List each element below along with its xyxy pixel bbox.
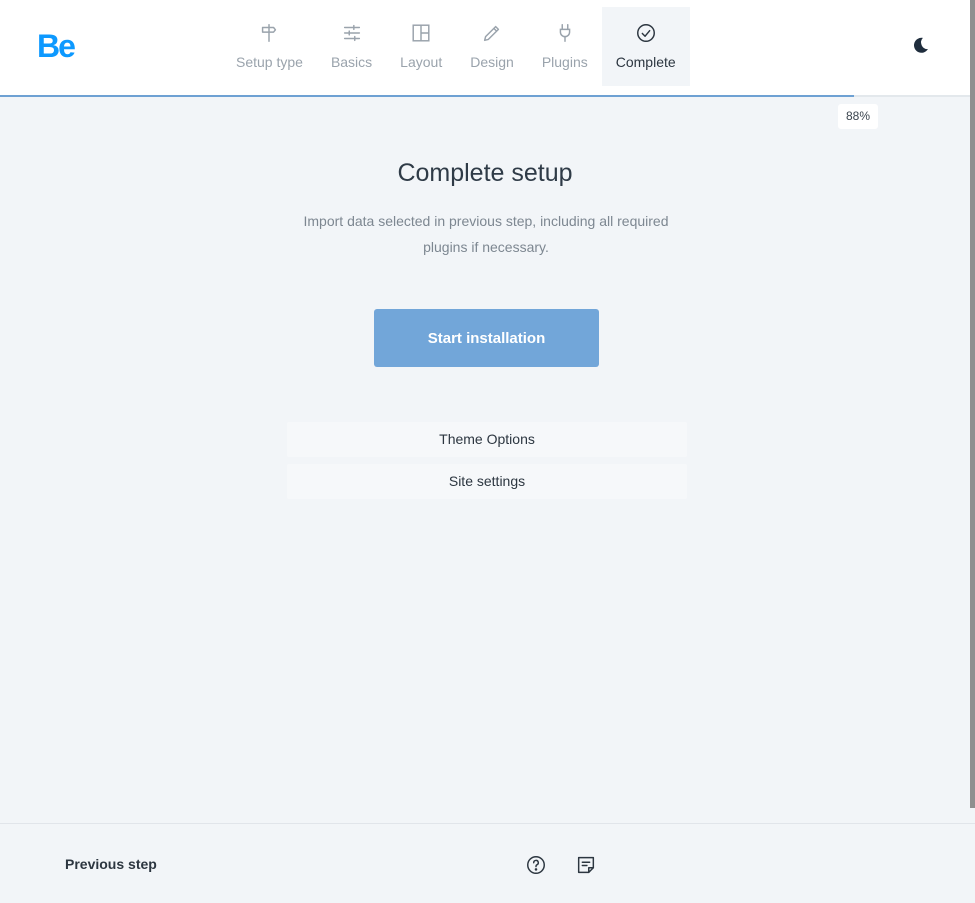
moon-icon[interactable] [910,35,930,55]
step-label: Basics [330,54,373,70]
step-setup-type[interactable]: Setup type [222,7,317,86]
page-description: Import data selected in previous step, i… [303,213,669,255]
setup-wizard-page: Be Setup type Basics Layout Design Plugi… [0,0,975,903]
step-label: Plugins [541,54,588,70]
layout-icon [412,24,430,42]
previous-step-button[interactable]: Previous step [65,856,157,872]
step-complete[interactable]: Complete [601,7,690,86]
check-circle-icon [636,24,655,42]
be-logo[interactable]: Be [37,28,76,64]
plug-icon [559,24,571,42]
wizard-steps: Setup type Basics Layout Design Plugins … [222,7,690,86]
header: Be Setup type Basics Layout Design Plugi… [0,0,970,97]
sliders-icon [343,24,360,42]
step-label: Complete [615,54,676,70]
help-circle-icon[interactable] [525,854,547,876]
theme-options-item[interactable]: Theme Options [287,422,687,457]
step-basics[interactable]: Basics [317,7,386,86]
pencil-icon [483,25,500,42]
step-label: Setup type [236,54,303,70]
progress-percent-badge: 88% [838,104,878,129]
notes-icon[interactable] [575,854,597,876]
signpost-icon [262,24,277,42]
footer: Previous step [0,823,975,903]
start-installation-button[interactable]: Start installation [374,309,599,367]
step-layout[interactable]: Layout [386,7,456,86]
scrollbar[interactable] [970,0,975,808]
progress-fill [0,95,854,97]
site-settings-item[interactable]: Site settings [287,464,687,499]
step-plugins[interactable]: Plugins [528,7,602,86]
step-design[interactable]: Design [456,7,528,86]
progress-bar [0,95,970,97]
step-label: Layout [400,54,443,70]
step-label: Design [470,54,514,70]
page-title: Complete setup [397,159,573,187]
